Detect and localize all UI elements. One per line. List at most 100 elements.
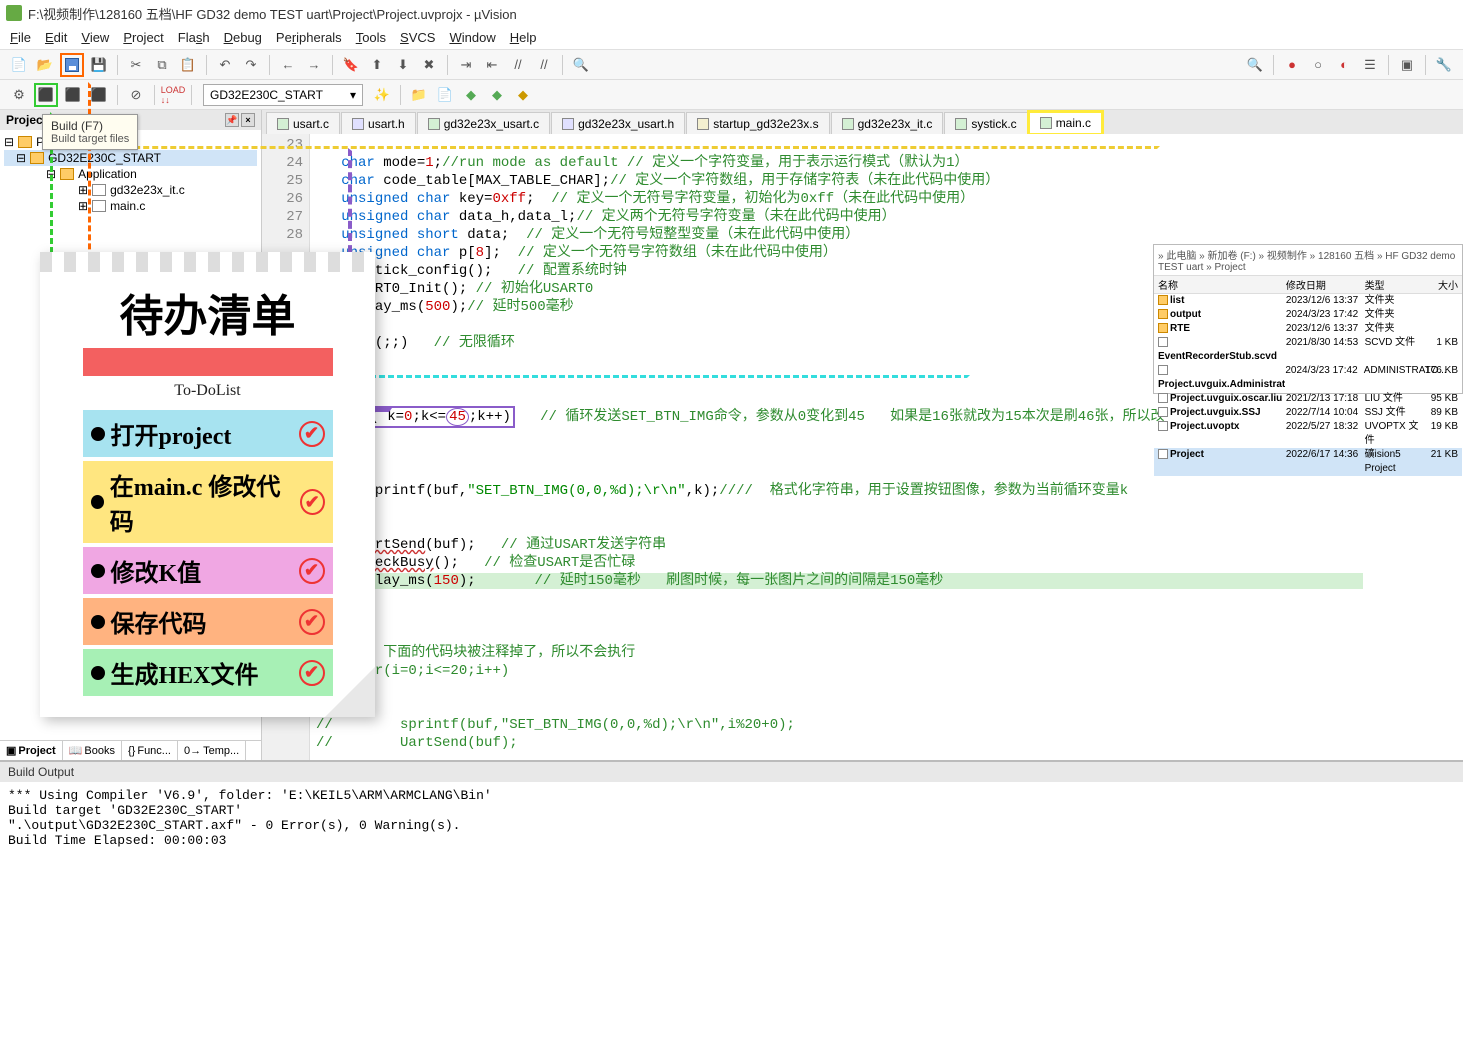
target-dropdown[interactable]: GD32E230C_START ▾ bbox=[203, 84, 363, 106]
rte-icon[interactable]: ◆ bbox=[512, 84, 534, 106]
page-curl-icon bbox=[325, 667, 375, 717]
uncomment-icon[interactable]: // bbox=[533, 54, 555, 76]
explorer-row[interactable]: RTE2023/12/6 13:37文件夹 bbox=[1154, 322, 1462, 336]
nav-fwd-icon[interactable]: → bbox=[303, 54, 325, 76]
copy-icon[interactable]: ⧉ bbox=[151, 54, 173, 76]
books-icon[interactable]: ◆ bbox=[460, 84, 482, 106]
new-icon[interactable]: 📄 bbox=[8, 54, 30, 76]
toolbar-main: 📄 📂 💾 ✂ ⧉ 📋 ↶ ↷ ← → 🔖 ⬆ ⬇ ✖ ⇥ ⇤ // // 🔍 … bbox=[0, 50, 1463, 80]
explorer-row[interactable]: list2023/12/6 13:37文件夹 bbox=[1154, 294, 1462, 308]
tree-target[interactable]: ⊟ GD32E230C_START bbox=[4, 150, 257, 166]
explorer-row[interactable]: Project.uvguix.Administrator2024/3/23 17… bbox=[1154, 364, 1462, 392]
open-icon[interactable]: 📂 bbox=[34, 54, 56, 76]
sidebar-tab-func[interactable]: {} Func... bbox=[122, 741, 178, 760]
indent-icon[interactable]: ⇥ bbox=[455, 54, 477, 76]
breakpoint-disable-icon[interactable]: ○ bbox=[1307, 54, 1329, 76]
menu-view[interactable]: View bbox=[81, 30, 109, 45]
file-tab[interactable]: usart.h bbox=[341, 112, 416, 134]
tree-file[interactable]: ⊞ gd32e23x_it.c bbox=[4, 182, 257, 198]
undo-icon[interactable]: ↶ bbox=[214, 54, 236, 76]
explorer-row[interactable]: EventRecorderStub.scvd2021/8/30 14:53SCV… bbox=[1154, 336, 1462, 364]
pack-icon[interactable]: ◆ bbox=[486, 84, 508, 106]
notepad-bar bbox=[83, 348, 333, 376]
menu-edit[interactable]: Edit bbox=[45, 30, 67, 45]
menu-help[interactable]: Help bbox=[510, 30, 537, 45]
tree-group[interactable]: ⊟ Application bbox=[4, 166, 257, 182]
outdent-icon[interactable]: ⇤ bbox=[481, 54, 503, 76]
find-icon[interactable]: 🔍 bbox=[570, 54, 592, 76]
check-icon: ✔ bbox=[299, 660, 325, 686]
bookmark-next-icon[interactable]: ⬇ bbox=[392, 54, 414, 76]
file-tab[interactable]: usart.c bbox=[266, 112, 340, 134]
save-all-icon[interactable]: 💾 bbox=[88, 54, 110, 76]
menu-debug[interactable]: Debug bbox=[224, 30, 262, 45]
breakpoint-icon[interactable]: ● bbox=[1281, 54, 1303, 76]
explorer-row[interactable]: Project.uvguix.SSJ2022/7/14 10:04SSJ 文件8… bbox=[1154, 406, 1462, 420]
explorer-row-selected[interactable]: Project2022/6/17 14:36礦ision5 Project21 … bbox=[1154, 448, 1462, 476]
menu-flash[interactable]: Flash bbox=[178, 30, 210, 45]
sidebar-pin-icon[interactable]: 📌 bbox=[225, 113, 239, 127]
bookmark-icon[interactable]: 🔖 bbox=[340, 54, 362, 76]
paste-icon[interactable]: 📋 bbox=[177, 54, 199, 76]
file-tab[interactable]: systick.c bbox=[944, 112, 1027, 134]
check-icon: ✔ bbox=[299, 421, 325, 447]
target-dropdown-value: GD32E230C_START bbox=[210, 88, 323, 102]
window-title: F:\视频制作\128160 五档\HF GD32 demo TEST uart… bbox=[28, 4, 517, 23]
tooltip-title: Build (F7) bbox=[51, 119, 129, 133]
sidebar-tab-temp[interactable]: 0→ Temp... bbox=[178, 741, 246, 760]
file-tab[interactable]: gd32e23x_usart.c bbox=[417, 112, 550, 134]
menu-window[interactable]: Window bbox=[449, 30, 495, 45]
toolbar-build: ⚙ ⬛ ⬛ ⬛ ⊘ LOAD↓↓ GD32E230C_START ▾ ✨ 📁 📄… bbox=[0, 80, 1463, 110]
explorer-row[interactable]: output2024/3/23 17:42文件夹 bbox=[1154, 308, 1462, 322]
tooltip-sub: Build target files bbox=[51, 133, 129, 145]
explorer-row[interactable]: Project.uvguix.oscar.liu2021/2/13 17:18L… bbox=[1154, 392, 1462, 406]
options-icon[interactable]: ✨ bbox=[371, 84, 393, 106]
file-tab-active[interactable]: main.c bbox=[1029, 112, 1102, 134]
manage-icon[interactable]: 📁 bbox=[408, 84, 430, 106]
sidebar-close-icon[interactable]: × bbox=[241, 113, 255, 127]
file-ext-icon[interactable]: 📄 bbox=[434, 84, 456, 106]
breakpoint-list-icon[interactable]: ☰ bbox=[1359, 54, 1381, 76]
check-icon: ✔ bbox=[299, 609, 325, 635]
file-tab[interactable]: gd32e23x_it.c bbox=[831, 112, 944, 134]
menu-svcs[interactable]: SVCS bbox=[400, 30, 435, 45]
explorer-row[interactable]: Project.uvoptx2022/5/27 18:32UVOPTX 文件19… bbox=[1154, 420, 1462, 448]
build-highlight-box: ⬛ bbox=[34, 83, 58, 107]
cut-icon[interactable]: ✂ bbox=[125, 54, 147, 76]
bookmark-prev-icon[interactable]: ⬆ bbox=[366, 54, 388, 76]
save-highlight-box bbox=[60, 53, 84, 77]
menu-project[interactable]: Project bbox=[123, 30, 163, 45]
sidebar-tab-project[interactable]: ▣ Project bbox=[0, 741, 63, 760]
comment-icon[interactable]: // bbox=[507, 54, 529, 76]
todo-item: 保存代码✔ bbox=[83, 598, 333, 645]
redo-icon[interactable]: ↷ bbox=[240, 54, 262, 76]
nav-back-icon[interactable]: ← bbox=[277, 54, 299, 76]
config-icon[interactable]: 🔧 bbox=[1433, 54, 1455, 76]
bookmark-clear-icon[interactable]: ✖ bbox=[418, 54, 440, 76]
tree-file[interactable]: ⊞ main.c bbox=[4, 198, 257, 214]
debug-icon[interactable]: 🔍 bbox=[1244, 54, 1266, 76]
stop-build-icon[interactable]: ⊘ bbox=[125, 84, 147, 106]
sidebar-tab-books[interactable]: 📖 Books bbox=[63, 741, 122, 760]
window-icon[interactable]: ▣ bbox=[1396, 54, 1418, 76]
build-output-body[interactable]: *** Using Compiler 'V6.9', folder: 'E:\K… bbox=[0, 782, 1463, 912]
todo-notepad-overlay: 待办清单 To-DoList 打开project✔ 在main.c 修改代码✔ … bbox=[40, 252, 375, 717]
app-icon bbox=[6, 5, 22, 21]
annotation-arrow-yellow bbox=[80, 146, 1160, 152]
menu-file[interactable]: File bbox=[10, 30, 31, 45]
build-icon[interactable]: ⬛ bbox=[36, 84, 56, 106]
rebuild-icon[interactable]: ⬛ bbox=[62, 84, 84, 106]
notepad-title: 待办清单 bbox=[40, 272, 375, 348]
breakpoint-kill-icon[interactable]: ◐ bbox=[1333, 54, 1355, 76]
file-tab[interactable]: gd32e23x_usart.h bbox=[551, 112, 685, 134]
check-icon: ✔ bbox=[299, 558, 325, 584]
save-icon[interactable] bbox=[62, 54, 82, 76]
menu-tools[interactable]: Tools bbox=[356, 30, 386, 45]
translate-icon[interactable]: ⚙ bbox=[8, 84, 30, 106]
download-icon[interactable]: LOAD↓↓ bbox=[162, 84, 184, 106]
menubar: File Edit View Project Flash Debug Perip… bbox=[0, 26, 1463, 50]
menu-peripherals[interactable]: Peripherals bbox=[276, 30, 342, 45]
build-output-title: Build Output bbox=[0, 762, 1463, 782]
window-titlebar: F:\视频制作\128160 五档\HF GD32 demo TEST uart… bbox=[0, 0, 1463, 26]
file-tab[interactable]: startup_gd32e23x.s bbox=[686, 112, 829, 134]
